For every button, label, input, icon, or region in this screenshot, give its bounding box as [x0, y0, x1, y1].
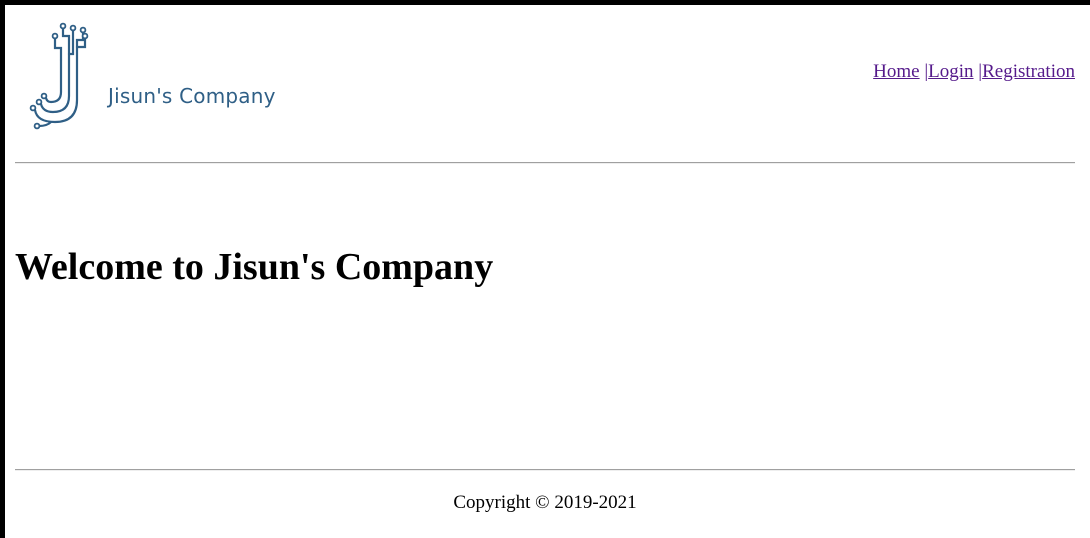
logo-text: Jisun's Company — [108, 84, 276, 108]
main-navigation: Home |Login |Registration — [873, 61, 1075, 83]
nav-link-login[interactable]: Login — [928, 61, 973, 82]
page-heading: Welcome to Jisun's Company — [15, 246, 494, 288]
circuit-j-logo-icon — [29, 22, 89, 130]
nav-link-home[interactable]: Home — [873, 61, 919, 82]
company-logo[interactable]: Jisun's Company — [21, 22, 281, 132]
copyright-text: Copyright © 2019-2021 — [453, 492, 637, 513]
footer-divider — [15, 469, 1075, 471]
header-divider — [15, 162, 1075, 164]
page-frame: Jisun's Company Home |Login |Registratio… — [5, 5, 1090, 538]
nav-link-registration[interactable]: Registration — [982, 61, 1075, 82]
